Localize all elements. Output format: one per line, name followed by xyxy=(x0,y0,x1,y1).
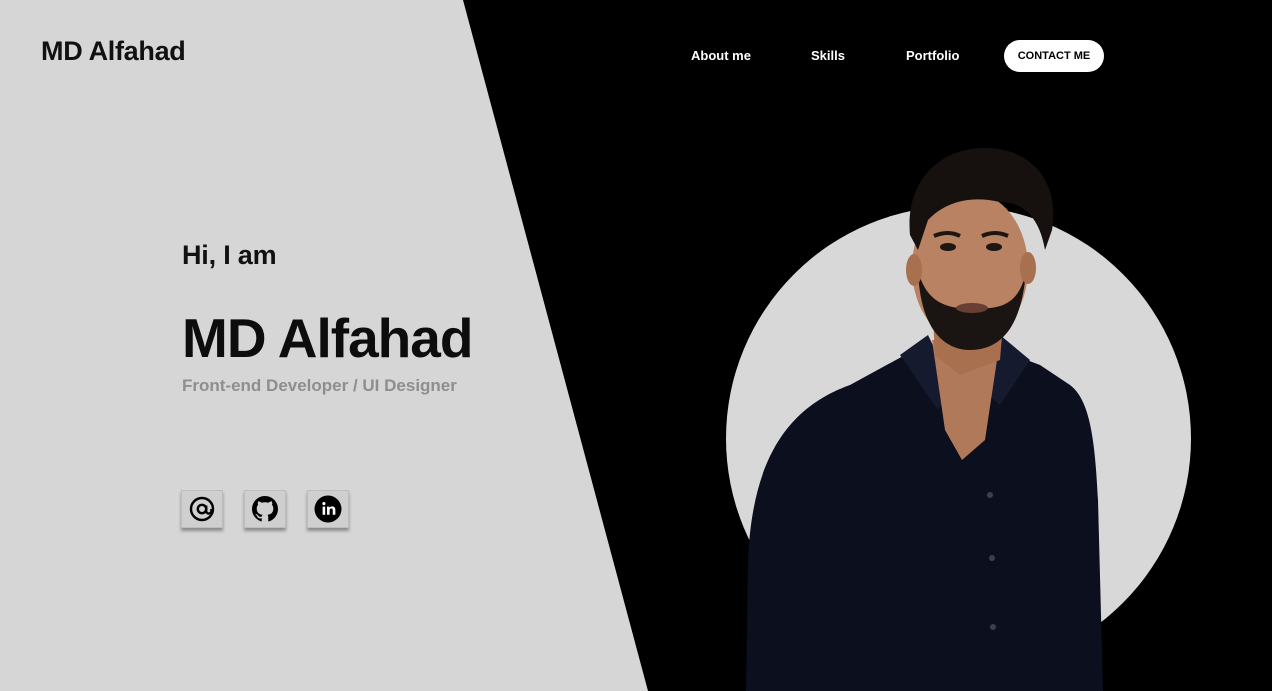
hero-greeting: Hi, I am xyxy=(182,240,277,270)
linkedin-icon xyxy=(314,495,342,523)
person-silhouette xyxy=(746,148,1103,691)
email-button[interactable] xyxy=(181,490,223,528)
nav-link-about[interactable]: About me xyxy=(691,48,751,63)
linkedin-button[interactable] xyxy=(307,490,349,528)
hero-intro: Hi, I am MD Alfahad Front-end Developer … xyxy=(182,240,542,395)
github-button[interactable] xyxy=(244,490,286,528)
profile-photo xyxy=(700,140,1220,691)
github-icon xyxy=(252,496,278,522)
at-sign-icon xyxy=(189,496,215,522)
social-links xyxy=(181,490,349,528)
top-navigation: About me Skills Portfolio CONTACT ME xyxy=(0,40,1272,72)
nav-link-portfolio[interactable]: Portfolio xyxy=(906,48,959,63)
hero-name: MD Alfahad xyxy=(182,307,473,369)
hero-role: Front-end Developer / UI Designer xyxy=(182,376,457,395)
contact-me-button[interactable]: CONTACT ME xyxy=(1004,40,1104,72)
nav-link-skills[interactable]: Skills xyxy=(811,48,845,63)
